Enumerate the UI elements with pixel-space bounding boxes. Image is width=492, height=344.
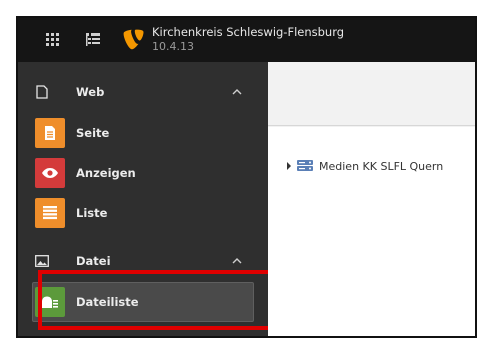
module-group-label: Datei xyxy=(76,254,111,268)
module-group-label: Web xyxy=(76,85,105,99)
page-icon xyxy=(35,118,65,148)
top-bar: Kirchenkreis Schleswig-Flensburg 10.4.13 xyxy=(18,18,475,62)
version-label: 10.4.13 xyxy=(152,40,194,53)
document-icon xyxy=(34,84,50,100)
caret-right-icon[interactable] xyxy=(284,161,294,171)
module-item-seite[interactable]: Seite xyxy=(18,113,268,153)
site-title: Kirchenkreis Schleswig-Flensburg xyxy=(152,25,345,39)
module-item-label: Dateiliste xyxy=(76,295,139,309)
module-sidebar: Web Seite Anzeigen Liste Datei Dateilist… xyxy=(18,62,268,336)
tree-node-label: Medien KK SLFL Quern xyxy=(319,159,444,173)
modules-grid-icon xyxy=(46,33,59,46)
tree-toggle-icon xyxy=(86,33,100,46)
file-tree-panel: Medien KK SLFL Quern xyxy=(268,127,475,336)
active-item-background xyxy=(32,282,254,322)
module-item-label: Anzeigen xyxy=(76,166,136,180)
module-item-dateiliste[interactable]: Dateiliste xyxy=(18,282,268,322)
image-icon xyxy=(34,253,50,269)
tree-node[interactable]: Medien KK SLFL Quern xyxy=(284,158,443,174)
page-tree-toggle-button[interactable] xyxy=(76,18,110,62)
chevron-up-icon[interactable] xyxy=(230,254,244,268)
modules-menu-button[interactable] xyxy=(36,18,70,62)
app-window: Kirchenkreis Schleswig-Flensburg 10.4.13… xyxy=(16,16,477,338)
eye-icon xyxy=(35,158,65,188)
module-item-label: Seite xyxy=(76,126,110,140)
module-item-liste[interactable]: Liste xyxy=(18,193,268,233)
chevron-up-icon[interactable] xyxy=(230,85,244,99)
docheader xyxy=(268,62,475,126)
module-group-datei[interactable]: Datei xyxy=(18,244,268,278)
module-item-label: Liste xyxy=(76,206,108,220)
typo3-logo-icon[interactable] xyxy=(122,28,144,52)
file-storage-icon xyxy=(297,160,313,171)
filelist-icon xyxy=(35,287,65,317)
module-item-anzeigen[interactable]: Anzeigen xyxy=(18,153,268,193)
list-icon xyxy=(35,198,65,228)
module-group-web[interactable]: Web xyxy=(18,75,268,109)
